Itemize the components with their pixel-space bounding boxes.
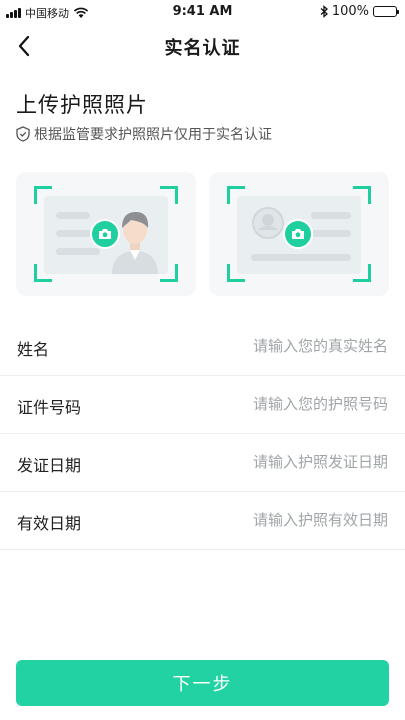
passport-number-input[interactable]	[168, 390, 388, 418]
next-step-button[interactable]: 下一步	[16, 660, 389, 706]
form-row-issue-date: 发证日期	[0, 434, 405, 492]
bluetooth-icon	[320, 5, 328, 18]
field-label: 有效日期	[17, 514, 82, 533]
shield-check-icon	[16, 126, 30, 142]
camera-icon	[283, 219, 313, 249]
field-label: 证件号码	[17, 398, 82, 417]
nav-bar: 实名认证	[0, 24, 405, 68]
battery-icon	[373, 6, 399, 17]
form-row-expiry-date: 有效日期	[0, 492, 405, 550]
field-label: 发证日期	[17, 456, 82, 475]
upload-title: 上传护照照片	[16, 93, 148, 117]
upload-passport-info-page[interactable]	[209, 172, 389, 296]
expiry-date-input[interactable]	[168, 506, 388, 534]
status-bar: 中国移动 9:41 AM 100%	[0, 0, 405, 24]
page-title: 实名认证	[164, 38, 241, 59]
form-row-passport-number: 证件号码	[0, 376, 405, 434]
privacy-notice: 根据监管要求护照照片仅用于实名认证	[16, 124, 272, 144]
upload-passport-photo-page[interactable]	[16, 172, 196, 296]
form-row-name: 姓名	[0, 318, 405, 376]
camera-icon	[90, 219, 120, 249]
passport-info-form: 姓名 证件号码 发证日期 有效日期	[0, 318, 405, 550]
privacy-notice-text: 根据监管要求护照照片仅用于实名认证	[34, 127, 272, 143]
name-input[interactable]	[168, 332, 388, 360]
emblem-icon	[252, 207, 284, 239]
battery-percent: 100%	[331, 4, 369, 19]
status-right: 100%	[320, 4, 399, 19]
field-label: 姓名	[17, 340, 50, 359]
issue-date-input[interactable]	[168, 448, 388, 476]
